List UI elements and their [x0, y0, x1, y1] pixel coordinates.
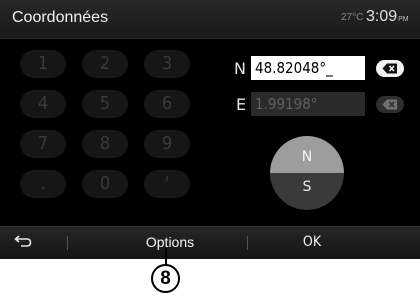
options-button[interactable]: Options [120, 234, 220, 250]
north-label: N [234, 59, 246, 78]
back-arrow-icon [14, 235, 32, 247]
key-4[interactable]: 4 [20, 90, 66, 118]
hemisphere-north[interactable]: N [270, 136, 344, 173]
clock-time: 3:09 [366, 8, 398, 25]
latitude-field[interactable]: 48.82048°_ [251, 56, 365, 80]
footer-bar: Options OK [0, 226, 420, 259]
back-button[interactable] [14, 233, 32, 252]
header-bar: Coordonnées 27°C 3:09PM [0, 0, 420, 39]
hemisphere-south[interactable]: S [270, 173, 344, 210]
page-title: Coordonnées [12, 9, 109, 26]
key-1[interactable]: 1 [20, 50, 66, 78]
clock: 3:09PM [366, 8, 409, 26]
key-7[interactable]: 7 [20, 130, 66, 158]
key-5[interactable]: 5 [82, 90, 128, 118]
key-dot[interactable]: . [20, 170, 66, 198]
footer-divider [67, 236, 68, 250]
key-2[interactable]: 2 [82, 50, 128, 78]
backspace-icon [382, 63, 397, 74]
delete-longitude-button[interactable] [376, 96, 404, 113]
clock-suffix: PM [398, 16, 409, 23]
longitude-field[interactable]: 1.99198° [251, 92, 365, 116]
key-0[interactable]: 0 [82, 170, 128, 198]
key-3[interactable]: 3 [144, 50, 190, 78]
east-label: E [236, 95, 247, 114]
numeric-keypad: 1 2 3 4 5 6 7 8 9 . 0 ' [20, 50, 190, 200]
hemisphere-toggle[interactable]: N S [270, 136, 344, 210]
footer-divider [247, 236, 248, 250]
callout-marker: 8 [151, 264, 180, 293]
ok-button[interactable]: OK [272, 234, 352, 250]
key-6[interactable]: 6 [144, 90, 190, 118]
navigation-screen: Coordonnées 27°C 3:09PM 1 2 3 4 5 6 7 8 … [0, 0, 420, 259]
key-apostrophe[interactable]: ' [144, 170, 190, 198]
temperature-readout: 27°C [341, 12, 364, 23]
delete-latitude-button[interactable] [376, 60, 404, 77]
key-8[interactable]: 8 [82, 130, 128, 158]
key-9[interactable]: 9 [144, 130, 190, 158]
backspace-icon [382, 99, 397, 110]
